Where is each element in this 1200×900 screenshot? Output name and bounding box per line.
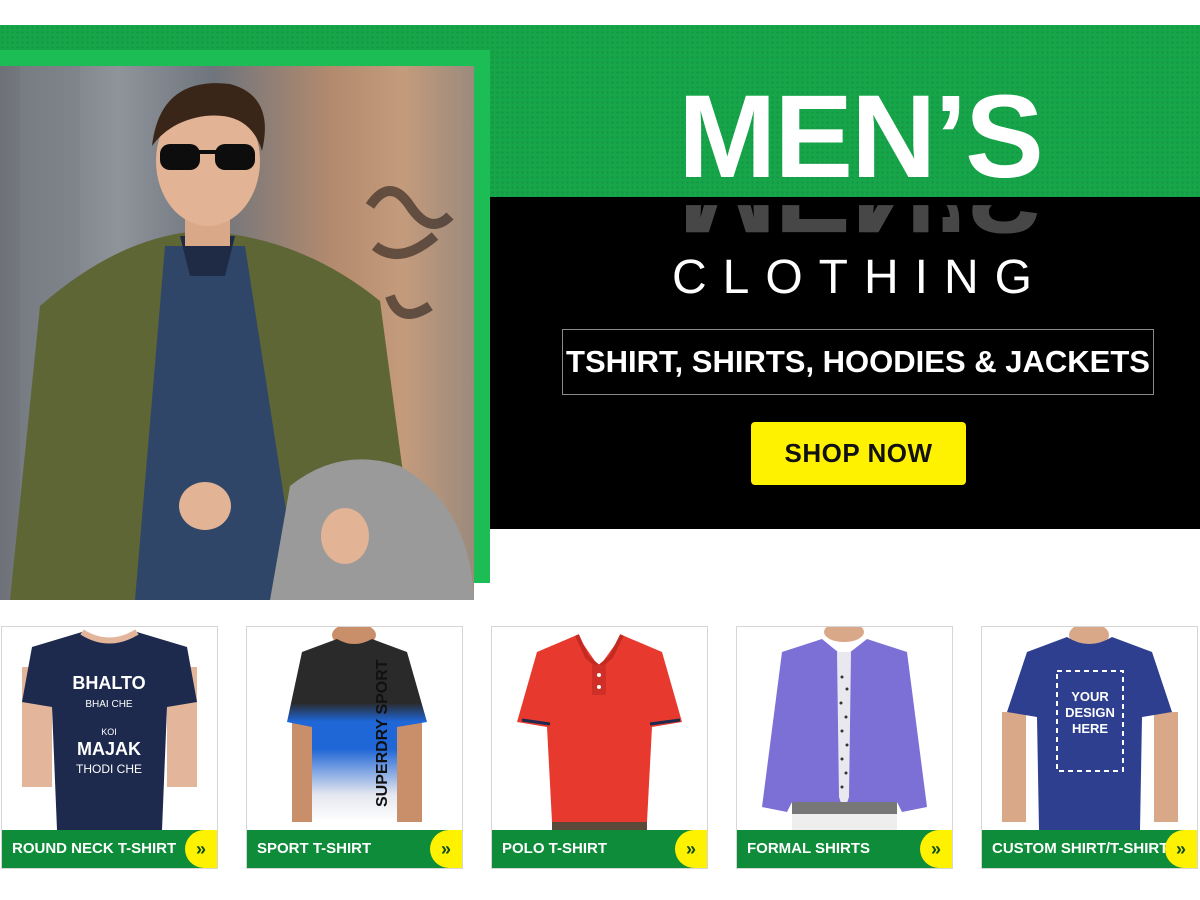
- hero-categories-box: TSHIRT, SHIRTS, HOODIES & JACKETS: [562, 329, 1154, 395]
- custom-print-line-2: DESIGN: [1065, 705, 1115, 720]
- round-neck-tshirt-image: BHALTO BHAI CHE KOI MAJAK THODI CHE: [2, 627, 217, 830]
- custom-print-line-3: HERE: [1072, 721, 1108, 736]
- chevron-double-right-icon[interactable]: »: [1165, 830, 1197, 868]
- round-neck-print-line-5: THODI CHE: [76, 762, 142, 776]
- shop-now-button[interactable]: SHOP NOW: [751, 422, 966, 485]
- product-card-sport[interactable]: SUPERDRY SPORT SPORT T-SHIRT »: [246, 626, 463, 869]
- product-label: FORMAL SHIRTS: [747, 840, 871, 857]
- product-card-polo[interactable]: POLO T-SHIRT »: [491, 626, 708, 869]
- round-neck-print-line-2: BHAI CHE: [85, 699, 133, 710]
- chevron-double-right-icon[interactable]: »: [675, 830, 707, 868]
- hero-subtitle: CLOTHING: [671, 251, 1048, 304]
- product-label: ROUND NECK T-SHIRT: [12, 840, 177, 857]
- hero-categories-text: TSHIRT, SHIRTS, HOODIES & JACKETS: [566, 344, 1150, 379]
- round-neck-print-line-4: MAJAK: [77, 739, 141, 759]
- sport-tshirt-image: SUPERDRY SPORT: [247, 627, 462, 830]
- sport-print-text: SUPERDRY SPORT: [374, 659, 391, 807]
- product-bar: CUSTOM SHIRT/T-SHIRT »: [982, 830, 1197, 868]
- round-neck-print-line-1: BHALTO: [72, 673, 145, 693]
- product-card-custom[interactable]: YOUR DESIGN HERE CUSTOM SHIRT/T-SHIRT »: [981, 626, 1198, 869]
- product-bar: POLO T-SHIRT »: [492, 830, 707, 868]
- product-label: POLO T-SHIRT: [502, 840, 607, 857]
- product-label: SPORT T-SHIRT: [257, 840, 372, 857]
- polo-tshirt-image: [492, 627, 707, 830]
- product-card-formal[interactable]: FORMAL SHIRTS »: [736, 626, 953, 869]
- hero-title: MEN’S: [678, 71, 1044, 203]
- product-card-round-neck[interactable]: BHALTO BHAI CHE KOI MAJAK THODI CHE ROUN…: [1, 626, 218, 869]
- product-bar: FORMAL SHIRTS »: [737, 830, 952, 868]
- chevron-double-right-icon[interactable]: »: [920, 830, 952, 868]
- custom-print-line-1: YOUR: [1071, 689, 1109, 704]
- chevron-double-right-icon[interactable]: »: [430, 830, 462, 868]
- custom-tshirt-image: YOUR DESIGN HERE: [982, 627, 1197, 830]
- formal-shirt-image: [737, 627, 952, 830]
- chevron-double-right-icon[interactable]: »: [185, 830, 217, 868]
- product-bar: SPORT T-SHIRT »: [247, 830, 462, 868]
- round-neck-print-line-3: KOI: [101, 727, 117, 737]
- hero-model-photo: [0, 66, 474, 600]
- shop-now-label: SHOP NOW: [784, 438, 933, 468]
- product-bar: ROUND NECK T-SHIRT »: [2, 830, 217, 868]
- product-label: CUSTOM SHIRT/T-SHIRT: [992, 840, 1169, 857]
